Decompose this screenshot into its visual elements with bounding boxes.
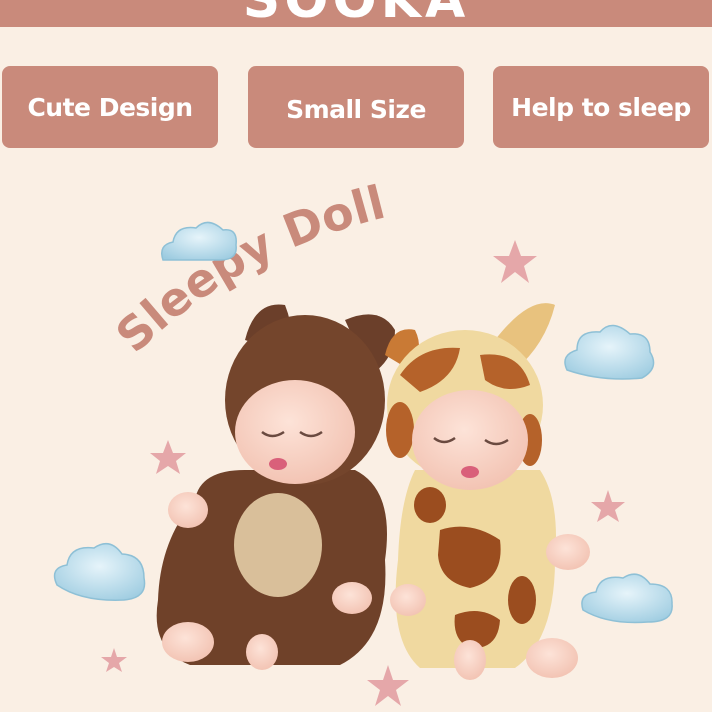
cloud-icon (53, 542, 146, 601)
star-icon (591, 490, 625, 522)
feature-help-to-sleep-button[interactable]: Help to sleep (493, 66, 709, 148)
brand-logo-text: SOOKA (0, 0, 712, 27)
top-banner: SOOKA (0, 0, 712, 27)
product-illustration: Sleepy Doll (53, 175, 673, 706)
cloud-icon (564, 324, 655, 380)
star-icon (150, 440, 186, 474)
giraffe-doll (385, 303, 590, 680)
cloud-icon (161, 221, 237, 261)
feature-cute-design-button[interactable]: Cute Design (2, 66, 218, 148)
star-icon (493, 240, 537, 283)
cloud-icon (581, 573, 673, 624)
feature-small-size-button[interactable]: Small Size (248, 66, 464, 148)
star-icon (367, 665, 409, 706)
star-icon (101, 648, 127, 672)
brown-bear-doll (156, 304, 395, 670)
